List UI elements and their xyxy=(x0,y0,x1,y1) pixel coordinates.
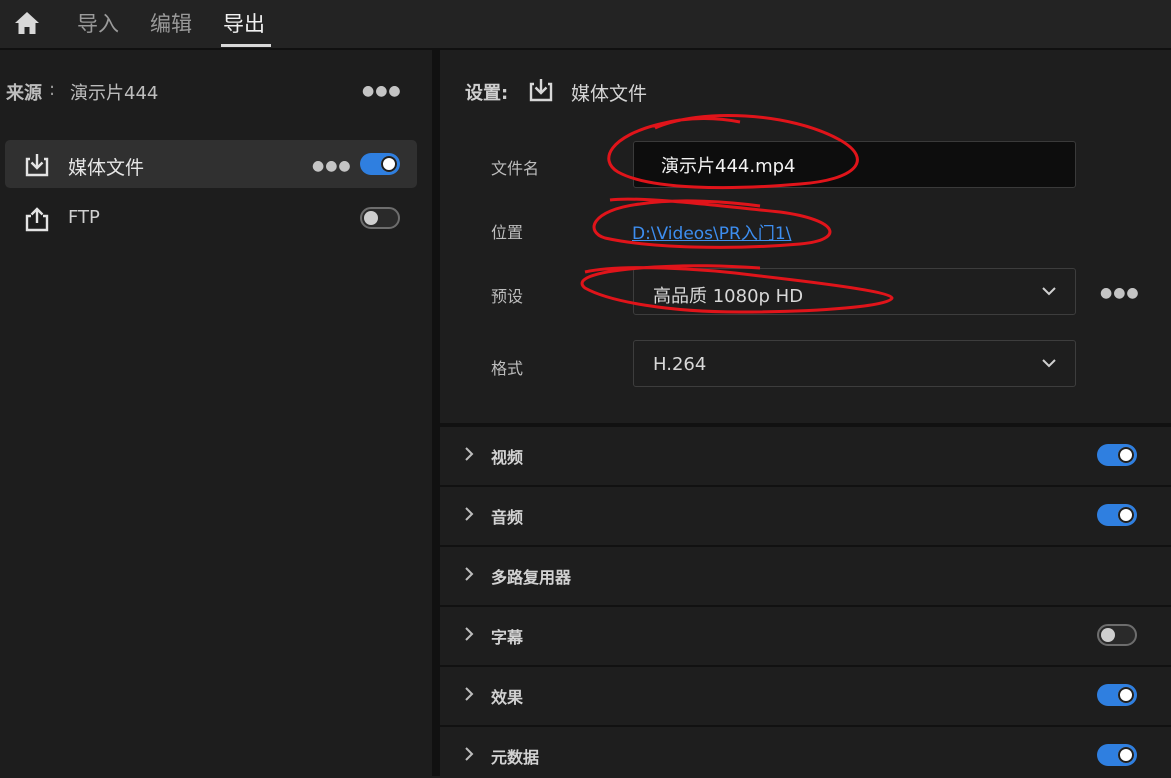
section-title: 视频 xyxy=(491,448,524,467)
preset-value: 高品质 1080p HD xyxy=(653,286,804,307)
upload-icon xyxy=(25,207,49,232)
destination-media-toggle[interactable] xyxy=(360,153,400,175)
format-label: 格式 xyxy=(491,359,524,378)
section-captions[interactable]: 字幕 xyxy=(440,605,1171,665)
section-effects[interactable]: 效果 xyxy=(440,665,1171,725)
section-title: 效果 xyxy=(491,688,524,707)
location-link[interactable]: D:\Videos\PR入门1\ xyxy=(632,219,791,244)
destination-label: FTP xyxy=(68,207,100,228)
settings-label: 设置: xyxy=(465,83,509,104)
toggle-knob xyxy=(1101,628,1115,642)
section-metadata[interactable]: 元数据 xyxy=(440,725,1171,778)
home-icon xyxy=(15,12,39,34)
toggle-knob xyxy=(364,211,378,225)
tab-export[interactable]: 导出 xyxy=(223,8,265,48)
chevron-right-icon xyxy=(465,507,474,521)
source-colon: : xyxy=(49,79,56,100)
section-title: 音频 xyxy=(491,508,524,527)
tab-edit[interactable]: 编辑 xyxy=(150,8,192,48)
chevron-right-icon xyxy=(465,747,474,761)
section-effects-toggle[interactable] xyxy=(1097,684,1137,706)
chevron-right-icon xyxy=(465,567,474,581)
chevron-right-icon xyxy=(465,687,474,701)
source-name: 演示片444 xyxy=(70,83,159,104)
section-audio[interactable]: 音频 xyxy=(440,485,1171,545)
destination-ftp[interactable]: FTP xyxy=(5,194,417,242)
location-label: 位置 xyxy=(491,223,524,242)
section-title: 字幕 xyxy=(491,628,524,647)
toggle-knob xyxy=(1118,747,1134,763)
section-captions-toggle[interactable] xyxy=(1097,624,1137,646)
filename-input[interactable]: 演示片444.mp4 xyxy=(633,141,1076,188)
preset-label: 预设 xyxy=(491,287,524,306)
section-multiplexer[interactable]: 多路复用器 xyxy=(440,545,1171,605)
chevron-down-icon xyxy=(1042,287,1056,296)
section-title: 元数据 xyxy=(491,748,540,767)
toggle-knob xyxy=(1118,447,1134,463)
source-label: 来源 xyxy=(6,83,42,104)
format-select[interactable]: H.264 xyxy=(633,340,1076,387)
chevron-right-icon xyxy=(465,627,474,641)
format-value: H.264 xyxy=(653,354,707,375)
destination-more-button[interactable]: ●●● xyxy=(312,159,352,173)
destination-media-file[interactable]: 媒体文件 ●●● xyxy=(5,140,417,188)
toggle-knob xyxy=(1118,687,1134,703)
panel-divider[interactable] xyxy=(432,50,440,776)
download-icon xyxy=(529,79,553,102)
destination-ftp-toggle[interactable] xyxy=(360,207,400,229)
chevron-right-icon xyxy=(465,447,474,461)
section-audio-toggle[interactable] xyxy=(1097,504,1137,526)
tab-import[interactable]: 导入 xyxy=(77,8,119,48)
toggle-knob xyxy=(1118,507,1134,523)
filename-label: 文件名 xyxy=(491,159,540,178)
preset-select[interactable]: 高品质 1080p HD xyxy=(633,268,1076,315)
toggle-knob xyxy=(381,156,397,172)
active-tab-indicator xyxy=(221,44,271,47)
source-more-button[interactable]: ●●● xyxy=(362,84,402,98)
section-title: 多路复用器 xyxy=(491,568,572,587)
preset-more-button[interactable]: ●●● xyxy=(1100,286,1140,300)
chevron-down-icon xyxy=(1042,359,1056,368)
section-metadata-toggle[interactable] xyxy=(1097,744,1137,766)
section-video-toggle[interactable] xyxy=(1097,444,1137,466)
destination-label: 媒体文件 xyxy=(68,157,145,179)
settings-target: 媒体文件 xyxy=(571,83,648,105)
section-video[interactable]: 视频 xyxy=(440,425,1171,485)
download-icon xyxy=(25,154,49,177)
home-button[interactable] xyxy=(10,8,44,38)
